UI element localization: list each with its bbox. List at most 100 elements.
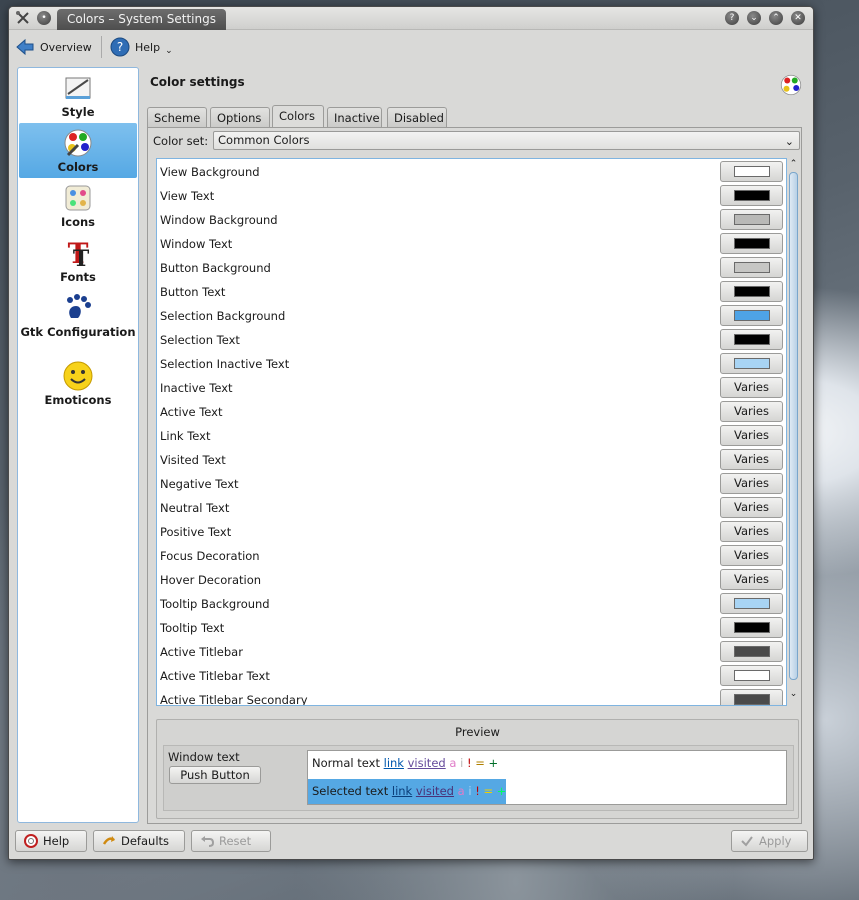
defaults-button-label: Defaults bbox=[121, 834, 170, 848]
color-role-label: Tooltip Text bbox=[160, 621, 225, 635]
color-swatch bbox=[733, 262, 770, 273]
varies-button[interactable]: Varies bbox=[720, 545, 783, 566]
help-lifebuoy-icon bbox=[24, 834, 38, 848]
tab-options[interactable]: Options bbox=[210, 107, 270, 127]
color-picker-button[interactable] bbox=[720, 617, 783, 638]
varies-label: Varies bbox=[733, 524, 769, 538]
overview-button[interactable]: Overview bbox=[15, 36, 92, 58]
sidebar-item-fonts[interactable]: T T Fonts bbox=[19, 237, 137, 287]
varies-button[interactable]: Varies bbox=[720, 401, 783, 422]
preview-selected-line: Selected text link visited a i ! = + bbox=[312, 784, 506, 798]
scroll-up-icon[interactable]: ⌃ bbox=[788, 158, 799, 170]
varies-button[interactable]: Varies bbox=[720, 425, 783, 446]
help-button-label: Help bbox=[43, 834, 70, 848]
preview-active: a bbox=[449, 756, 457, 770]
system-settings-window: • Colors – System Settings ? ⌄ ⌃ ✕ Overv… bbox=[8, 6, 814, 860]
normal-text: Normal text bbox=[312, 756, 380, 770]
style-icon bbox=[65, 77, 91, 99]
color-role-row: View Background bbox=[157, 160, 786, 184]
color-swatch bbox=[733, 190, 770, 201]
close-icon[interactable]: ✕ bbox=[791, 11, 805, 25]
color-swatch bbox=[733, 694, 770, 705]
overview-label: Overview bbox=[40, 40, 92, 54]
preview-window: Window text Push Button Normal text link… bbox=[163, 745, 794, 811]
color-role-label: Window Text bbox=[160, 237, 233, 251]
help-menu-button[interactable]: ? Help ⌄ bbox=[110, 36, 173, 58]
varies-button[interactable]: Varies bbox=[720, 569, 783, 590]
tab-inactive[interactable]: Inactive bbox=[327, 107, 382, 127]
color-picker-button[interactable] bbox=[720, 257, 783, 278]
color-picker-button[interactable] bbox=[720, 281, 783, 302]
color-role-label: Focus Decoration bbox=[160, 549, 260, 563]
sidebar-item-gtk-configuration[interactable]: Gtk Configuration bbox=[19, 292, 137, 354]
defaults-icon bbox=[102, 836, 115, 845]
varies-label: Varies bbox=[733, 380, 769, 394]
tab-disabled[interactable]: Disabled bbox=[387, 107, 447, 127]
color-role-label: Button Background bbox=[160, 261, 271, 275]
preview-selected-visited[interactable]: visited bbox=[416, 784, 454, 798]
color-role-row: Window Text bbox=[157, 232, 786, 256]
preview-visited[interactable]: visited bbox=[408, 756, 446, 770]
varies-label: Varies bbox=[733, 452, 769, 466]
scroll-down-icon[interactable]: ⌄ bbox=[788, 688, 799, 700]
color-swatch bbox=[733, 622, 770, 633]
tab-label: Inactive bbox=[334, 111, 380, 125]
preview-link[interactable]: link bbox=[384, 756, 404, 770]
sidebar-item-style[interactable]: Style bbox=[19, 72, 137, 122]
apply-button[interactable]: Apply bbox=[731, 830, 808, 852]
scrollbar-thumb[interactable] bbox=[789, 172, 798, 680]
color-picker-button[interactable] bbox=[720, 641, 783, 662]
titlebar[interactable]: • Colors – System Settings ? ⌄ ⌃ ✕ bbox=[9, 7, 813, 30]
tab-label: Disabled bbox=[394, 111, 444, 125]
sidebar-item-icons[interactable]: Icons bbox=[19, 182, 137, 232]
preview-selected-active: a bbox=[457, 784, 465, 798]
preview-selected-link[interactable]: link bbox=[392, 784, 412, 798]
color-picker-button[interactable] bbox=[720, 161, 783, 182]
color-picker-button[interactable] bbox=[720, 689, 783, 705]
tab-scheme[interactable]: Scheme bbox=[147, 107, 207, 127]
color-role-label: Tooltip Background bbox=[160, 597, 270, 611]
defaults-button[interactable]: Defaults bbox=[93, 830, 185, 852]
color-picker-button[interactable] bbox=[720, 209, 783, 230]
sidebar-item-colors[interactable]: Colors bbox=[19, 123, 137, 178]
scrollbar[interactable]: ⌃ ⌄ bbox=[788, 158, 799, 706]
color-picker-button[interactable] bbox=[720, 353, 783, 374]
varies-button[interactable]: Varies bbox=[720, 449, 783, 470]
color-picker-button[interactable] bbox=[720, 185, 783, 206]
reset-button[interactable]: Reset bbox=[191, 830, 271, 852]
color-picker-button[interactable] bbox=[720, 593, 783, 614]
color-swatch bbox=[733, 166, 770, 177]
color-role-label: Button Text bbox=[160, 285, 226, 299]
tab-label: Scheme bbox=[154, 111, 201, 125]
color-swatch bbox=[733, 214, 770, 225]
color-set-value: Common Colors bbox=[218, 133, 310, 147]
sidebar-item-label: Emoticons bbox=[44, 393, 112, 407]
varies-label: Varies bbox=[733, 404, 769, 418]
minimize-icon[interactable]: ⌄ bbox=[747, 11, 761, 25]
help-button[interactable]: Help bbox=[15, 830, 87, 852]
color-picker-button[interactable] bbox=[720, 305, 783, 326]
varies-label: Varies bbox=[733, 548, 769, 562]
color-picker-button[interactable] bbox=[720, 665, 783, 686]
color-picker-button[interactable] bbox=[720, 329, 783, 350]
window-menu-icon[interactable]: • bbox=[37, 11, 51, 25]
maximize-icon[interactable]: ⌃ bbox=[769, 11, 783, 25]
checkmark-icon bbox=[741, 836, 753, 847]
app-tools-icon[interactable] bbox=[15, 10, 31, 26]
push-button[interactable]: Push Button bbox=[169, 766, 261, 784]
varies-button[interactable]: Varies bbox=[720, 377, 783, 398]
varies-button[interactable]: Varies bbox=[720, 521, 783, 542]
color-role-row: View Text bbox=[157, 184, 786, 208]
fonts-icon: T T bbox=[68, 237, 90, 269]
varies-button[interactable]: Varies bbox=[720, 473, 783, 494]
varies-button[interactable]: Varies bbox=[720, 497, 783, 518]
color-role-row: Positive Text Varies bbox=[157, 520, 786, 544]
tab-colors[interactable]: Colors bbox=[272, 105, 324, 128]
color-picker-button[interactable] bbox=[720, 233, 783, 254]
sidebar-item-label: Gtk Configuration bbox=[20, 325, 136, 339]
dialog-buttons: Help Defaults Reset Apply bbox=[9, 830, 813, 858]
color-set-select[interactable]: Common Colors ⌄ bbox=[213, 131, 800, 150]
sidebar-item-emoticons[interactable]: Emoticons bbox=[19, 360, 137, 410]
context-help-icon[interactable]: ? bbox=[725, 11, 739, 25]
colors-tab-panel: Color set: Common Colors ⌄ View Backgrou… bbox=[147, 127, 802, 824]
